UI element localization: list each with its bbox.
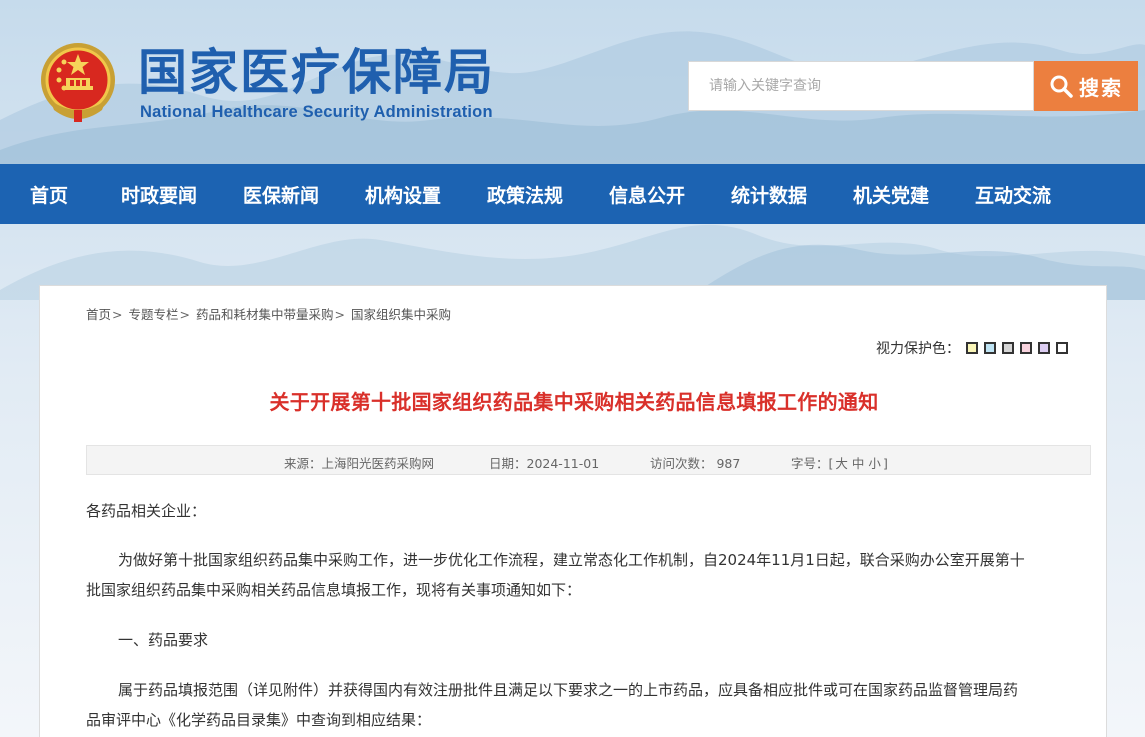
nav-item-interaction[interactable]: 互动交流	[952, 181, 1074, 208]
font-size-label: 字号：[	[791, 456, 834, 471]
article-title: 关于开展第十批国家组织药品集中采购相关药品信息填报工作的通知	[269, 390, 879, 414]
font-size-large[interactable]: 大	[835, 456, 848, 471]
breadcrumb-separator: >	[112, 307, 123, 322]
breadcrumb: 首页> 专题专栏> 药品和耗材集中带量采购> 国家组织集中采购	[86, 304, 451, 323]
article-source: 来源：上海阳光医药采购网	[284, 456, 435, 471]
search-box	[688, 61, 1034, 111]
national-emblem-icon	[41, 43, 115, 122]
search-button[interactable]: 搜索	[1034, 61, 1138, 111]
nav-item-party-building[interactable]: 机关党建	[830, 181, 952, 208]
breadcrumb-separator: >	[179, 307, 190, 322]
breadcrumb-special-topics[interactable]: 专题专栏	[128, 307, 178, 322]
breadcrumb-separator: >	[334, 307, 345, 322]
color-swatch-gray[interactable]	[1002, 342, 1014, 354]
font-size-medium[interactable]: 中	[852, 456, 865, 471]
article-salutation: 各药品相关企业：	[86, 502, 207, 520]
article-paragraph-2: 属于药品填报范围（详见附件）并获得国内有效注册批件且满足以下要求之一的上市药品，…	[86, 675, 1086, 735]
color-swatch-pink[interactable]	[1020, 342, 1032, 354]
main-nav: 首页 时政要闻 医保新闻 机构设置 政策法规 信息公开 统计数据 机关党建 互动…	[0, 164, 1145, 224]
eye-protection-colors: 视力保护色：	[876, 338, 1068, 358]
nav-item-home[interactable]: 首页	[0, 181, 98, 208]
nav-item-info-disclosure[interactable]: 信息公开	[586, 181, 708, 208]
site-header: 国家医疗保障局 National Healthcare Security Adm…	[0, 0, 1145, 164]
paragraph-line: 为做好第十批国家组织药品集中采购工作，进一步优化工作流程，建立常态化工作机制，自…	[118, 551, 1025, 569]
color-swatch-yellow[interactable]	[966, 342, 978, 354]
font-size-end: ]	[882, 456, 888, 471]
color-swatch-white[interactable]	[1056, 342, 1068, 354]
site-title: 国家医疗保障局	[138, 43, 496, 101]
article-date: 日期：2024-11-01	[489, 456, 600, 471]
breadcrumb-procurement[interactable]: 药品和耗材集中带量采购	[196, 307, 334, 322]
color-swatch-blue[interactable]	[984, 342, 996, 354]
font-size-small[interactable]: 小	[868, 456, 881, 471]
paragraph-line: 品审评中心《化学药品目录集》中查询到相应结果：	[86, 711, 432, 729]
color-swatch-purple[interactable]	[1038, 342, 1050, 354]
paragraph-line: 属于药品填报范围（详见附件）并获得国内有效注册批件且满足以下要求之一的上市药品，…	[118, 681, 1019, 699]
breadcrumb-national-procurement[interactable]: 国家组织集中采购	[351, 307, 451, 322]
breadcrumb-home[interactable]: 首页	[86, 307, 111, 322]
nav-item-healthcare-news[interactable]: 医保新闻	[220, 181, 342, 208]
paragraph-line: 批国家组织药品集中采购相关药品信息填报工作，现将有关事项通知如下：	[86, 581, 582, 599]
article-views: 访问次数： 987	[650, 456, 741, 471]
search-icon	[1050, 75, 1073, 98]
nav-item-organization[interactable]: 机构设置	[342, 181, 464, 208]
section-heading: 一、药品要求	[118, 631, 209, 649]
nav-item-statistics[interactable]: 统计数据	[708, 181, 830, 208]
search-input[interactable]	[689, 62, 1033, 110]
site-title-english: National Healthcare Security Administrat…	[140, 103, 493, 121]
search-button-label: 搜索	[1079, 75, 1123, 100]
eye-protection-label: 视力保护色：	[876, 341, 960, 357]
content-panel: 首页> 专题专栏> 药品和耗材集中带量采购> 国家组织集中采购 视力保护色： 关…	[39, 285, 1107, 737]
nav-item-politics-news[interactable]: 时政要闻	[98, 181, 220, 208]
article-paragraph-1: 为做好第十批国家组织药品集中采购工作，进一步优化工作流程，建立常态化工作机制，自…	[86, 545, 1086, 605]
nav-item-policies[interactable]: 政策法规	[464, 181, 586, 208]
article-meta: 来源：上海阳光医药采购网 日期：2024-11-01 访问次数： 987 字号：…	[86, 445, 1091, 475]
font-size-control: 字号：[大中小]	[791, 453, 888, 472]
